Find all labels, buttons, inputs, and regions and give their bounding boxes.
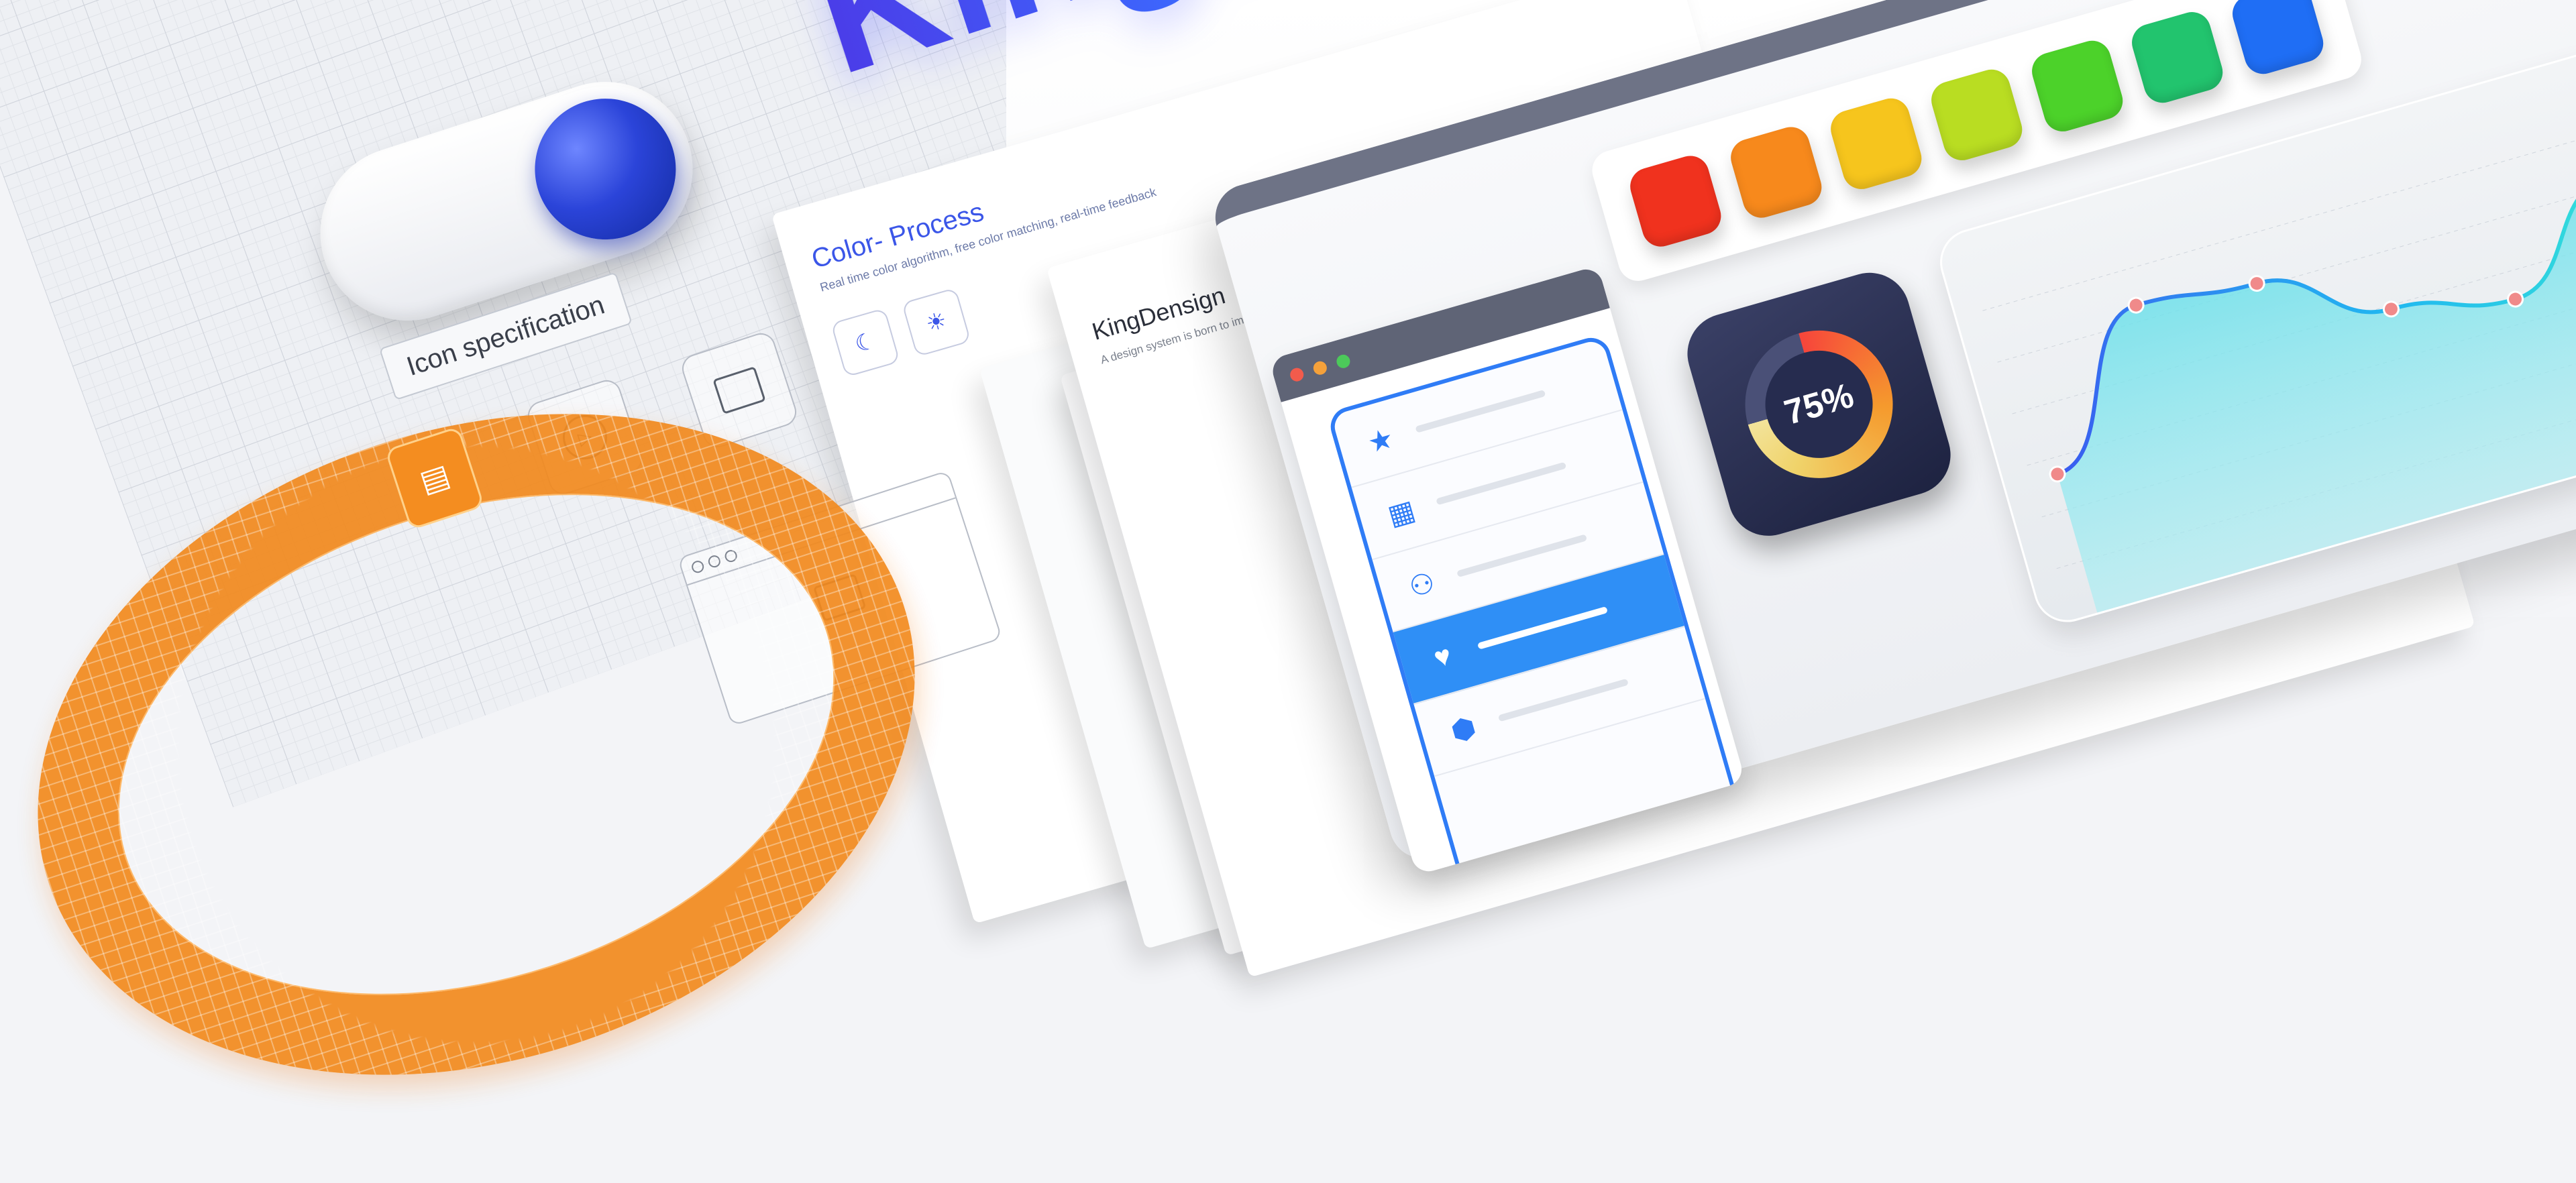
moon-icon[interactable]: ☾ [830,307,900,378]
star-icon: ★ [1364,421,1397,459]
color-swatch-6[interactable] [2127,7,2228,107]
side-menu-item-label-placeholder [1497,678,1629,722]
image-icon [712,366,766,414]
color-swatch-5[interactable] [2027,36,2127,136]
maximize-dot[interactable] [1335,353,1352,370]
area-series-fill [2057,178,2576,613]
side-menu-item-label-placeholder [1415,390,1546,433]
color-swatch-7[interactable] [2228,0,2328,78]
progress-gauge-value: 75% [1752,337,1886,471]
progress-gauge-card: 75% [1678,263,1960,546]
users-icon: ⚇ [1405,565,1439,604]
side-menu-item-label-placeholder [1456,534,1588,578]
side-menu: ★ ▦ ⚇ ♥ ⬢ [1326,333,1740,876]
color-swatch-4[interactable] [1927,65,2027,165]
color-swatch-3[interactable] [1826,94,1927,194]
side-menu-item-label-placeholder [1477,606,1609,650]
progress-gauge-ring: 75% [1727,313,1911,496]
close-dot[interactable] [1288,366,1305,384]
color-swatch-2[interactable] [1726,122,1826,223]
sun-icon[interactable]: ☀ [901,287,971,357]
minimize-dot[interactable] [1311,359,1329,377]
side-menu-item-label-placeholder [1436,461,1567,506]
heart-icon: ♥ [1430,638,1455,674]
grid-icon: ▦ [1384,493,1419,531]
cube-icon: ⬢ [1447,710,1480,748]
color-swatch-1[interactable] [1625,151,1725,251]
